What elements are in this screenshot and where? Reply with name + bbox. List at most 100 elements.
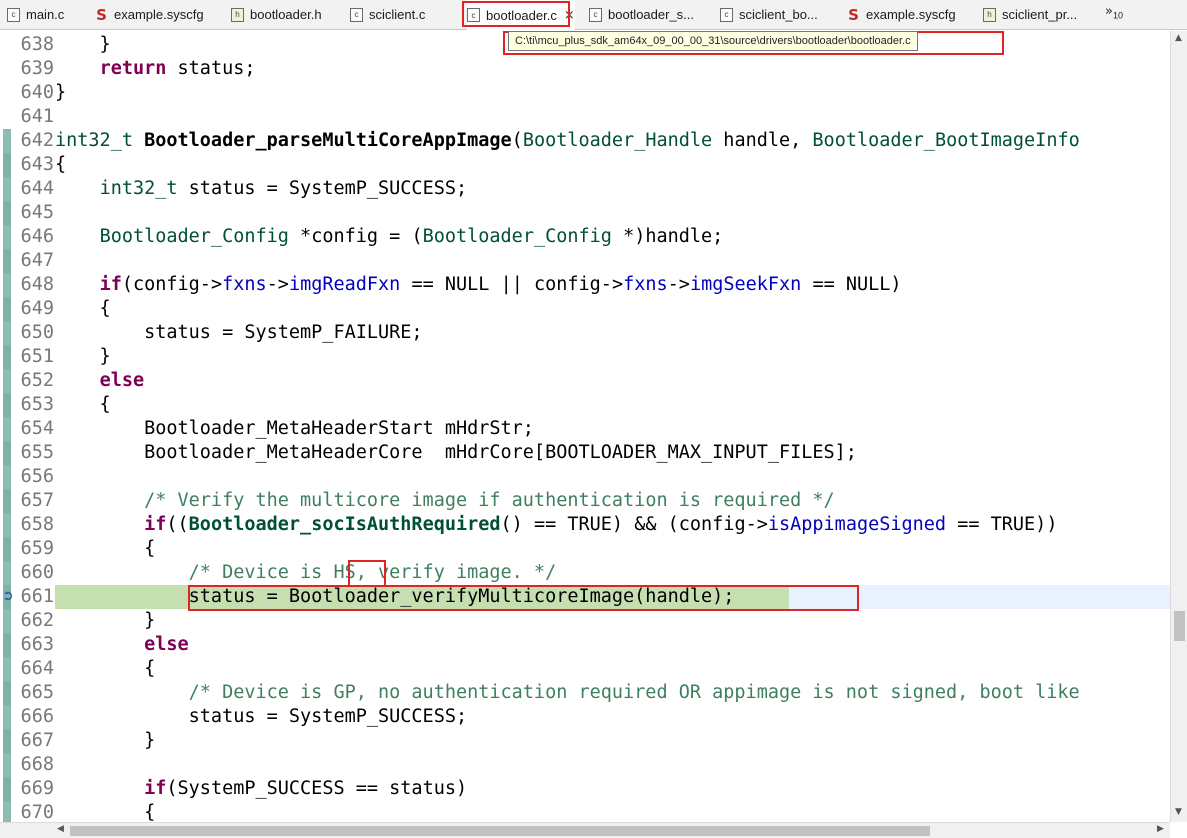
line-number: 667 <box>20 730 54 751</box>
code-line[interactable]: 669 if(SystemP_SUCCESS == status) <box>0 777 1170 801</box>
line-number: 651 <box>20 346 54 367</box>
close-tab-icon[interactable]: × <box>564 8 575 23</box>
code-line[interactable]: 670 { <box>0 801 1170 822</box>
code-line[interactable]: 663 else <box>0 633 1170 657</box>
code-text: int32_t status = SystemP_SUCCESS; <box>99 178 468 199</box>
code-line[interactable]: 643{ <box>0 153 1170 177</box>
vertical-scrollbar[interactable]: ▲ ▼ <box>1170 31 1187 822</box>
chevron-double-right-icon: » <box>1105 4 1113 19</box>
line-number: 652 <box>20 370 54 391</box>
code-text: } <box>55 82 67 103</box>
line-number: 666 <box>20 706 54 727</box>
h-file-icon: h <box>231 7 244 22</box>
code-line[interactable]: 662 } <box>0 609 1170 633</box>
line-number: 657 <box>20 490 54 511</box>
code-line[interactable]: 664 { <box>0 657 1170 681</box>
tab-1[interactable]: c main.c <box>7 0 64 29</box>
code-text: Bootloader_MetaHeaderStart mHdrStr; <box>55 418 534 439</box>
code-line[interactable]: 652 else <box>0 369 1170 393</box>
code-text: Bootloader_MetaHeaderCore mHdrCore[BOOTL… <box>55 442 857 463</box>
code-line[interactable]: 659 { <box>0 537 1170 561</box>
code-line[interactable]: 655 Bootloader_MetaHeaderCore mHdrCore[B… <box>0 441 1170 465</box>
code-line[interactable]: 645 <box>0 201 1170 225</box>
code-line[interactable]: 666 status = SystemP_SUCCESS; <box>0 705 1170 729</box>
line-number: 659 <box>20 538 54 559</box>
code-line[interactable]: 651 } <box>0 345 1170 369</box>
code-line[interactable]: 665 /* Device is GP, no authentication r… <box>0 681 1170 705</box>
line-number: 645 <box>20 202 54 223</box>
hidden-tab-count: 10 <box>1112 10 1123 21</box>
code-text: if(config->fxns->imgReadFxn == NULL || c… <box>99 274 902 295</box>
scroll-right-icon[interactable]: ▶ <box>1157 824 1164 834</box>
tab-label: main.c <box>26 7 65 22</box>
code-text: status = Bootloader_verifyMulticoreImage… <box>55 586 735 607</box>
tab-label: bootloader.h <box>250 7 322 22</box>
code-line[interactable]: 653 { <box>0 393 1170 417</box>
c-file-icon: c <box>720 7 733 22</box>
tab-8[interactable]: Sexample.syscfg <box>847 0 956 29</box>
tab-9[interactable]: h sciclient_pr... <box>983 0 1077 29</box>
code-line[interactable]: 646 Bootloader_Config *config = (Bootloa… <box>0 225 1170 249</box>
code-line[interactable]: 639 return status; <box>0 57 1170 81</box>
line-number: 669 <box>20 778 54 799</box>
c-file-icon: c <box>467 8 480 22</box>
tab-3[interactable]: h bootloader.h <box>231 0 322 29</box>
horizontal-scroll-thumb[interactable] <box>70 826 930 836</box>
line-number: 646 <box>20 226 54 247</box>
h-file-icon: h <box>983 7 996 22</box>
syscfg-icon: S <box>96 5 107 24</box>
line-number: 647 <box>20 250 54 271</box>
code-line[interactable]: 656 <box>0 465 1170 489</box>
line-number: 643 <box>20 154 54 175</box>
code-text: /* Device is HS, verify image. */ <box>188 562 557 583</box>
code-text: /* Device is GP, no authentication requi… <box>188 682 1080 703</box>
line-number: 658 <box>20 514 54 535</box>
vertical-scroll-thumb[interactable] <box>1174 611 1185 641</box>
scroll-left-icon[interactable]: ◀ <box>57 824 64 834</box>
code-line[interactable]: 644 int32_t status = SystemP_SUCCESS; <box>0 177 1170 201</box>
code-line[interactable]: 647 <box>0 249 1170 273</box>
code-text: } <box>55 610 156 631</box>
tab-6[interactable]: c bootloader_s... <box>589 0 694 29</box>
line-number: 655 <box>20 442 54 463</box>
code-line[interactable]: 649 { <box>0 297 1170 321</box>
code-line[interactable]: 668 <box>0 753 1170 777</box>
scroll-down-icon[interactable]: ▼ <box>1175 807 1182 817</box>
line-number: 648 <box>20 274 54 295</box>
line-number: 664 <box>20 658 54 679</box>
code-text: { <box>55 538 156 559</box>
tab-4[interactable]: c sciclient.c <box>350 0 425 29</box>
code-line[interactable]: 661 status = Bootloader_verifyMulticoreI… <box>0 585 1170 609</box>
line-number: 670 <box>20 802 54 822</box>
scroll-up-icon[interactable]: ▲ <box>1175 33 1182 43</box>
line-number: 639 <box>20 58 54 79</box>
code-line[interactable]: 660 /* Device is HS, verify image. */ <box>0 561 1170 585</box>
line-number: 638 <box>20 34 54 55</box>
code-text: int32_t Bootloader_parseMultiCoreAppImag… <box>55 130 1080 151</box>
tab-5[interactable]: c bootloader.c × <box>467 0 575 30</box>
tab-7[interactable]: c sciclient_bo... <box>720 0 818 29</box>
code-editor[interactable]: ➲ 638 } 639 return status; 640} 641 642 int32… <box>0 31 1170 822</box>
line-number: 661 <box>20 586 54 607</box>
code-line[interactable]: 642 int32_t Bootloader_parseMultiCoreAppI… <box>0 129 1170 153</box>
code-text: status = SystemP_SUCCESS; <box>55 706 468 727</box>
code-line[interactable]: 657 /* Verify the multicore image if aut… <box>0 489 1170 513</box>
code-text: if((Bootloader_socIsAuthRequired() == TR… <box>144 514 1058 535</box>
file-path-tooltip: C:\ti\mcu_plus_sdk_am64x_09_00_00_31\sou… <box>508 31 918 51</box>
code-line[interactable]: 654 Bootloader_MetaHeaderStart mHdrStr; <box>0 417 1170 441</box>
tab-2[interactable]: Sexample.syscfg <box>95 0 204 29</box>
code-line[interactable]: 640} <box>0 81 1170 105</box>
line-number: 662 <box>20 610 54 631</box>
tab-label: example.syscfg <box>114 7 204 22</box>
code-line[interactable]: 648 if(config->fxns->imgReadFxn == NULL … <box>0 273 1170 297</box>
tab-label: sciclient_pr... <box>1002 7 1078 22</box>
code-line[interactable]: 641 <box>0 105 1170 129</box>
code-text: } <box>55 346 111 367</box>
code-line[interactable]: 667 } <box>0 729 1170 753</box>
line-number: 641 <box>20 106 54 127</box>
line-number: 640 <box>20 82 54 103</box>
horizontal-scrollbar[interactable]: ◀ ▶ <box>0 822 1170 838</box>
code-line[interactable]: 658 if((Bootloader_socIsAuthRequired() =… <box>0 513 1170 537</box>
code-line[interactable]: 650 status = SystemP_FAILURE; <box>0 321 1170 345</box>
tab-overflow-button[interactable]: »10 <box>1105 4 1123 21</box>
